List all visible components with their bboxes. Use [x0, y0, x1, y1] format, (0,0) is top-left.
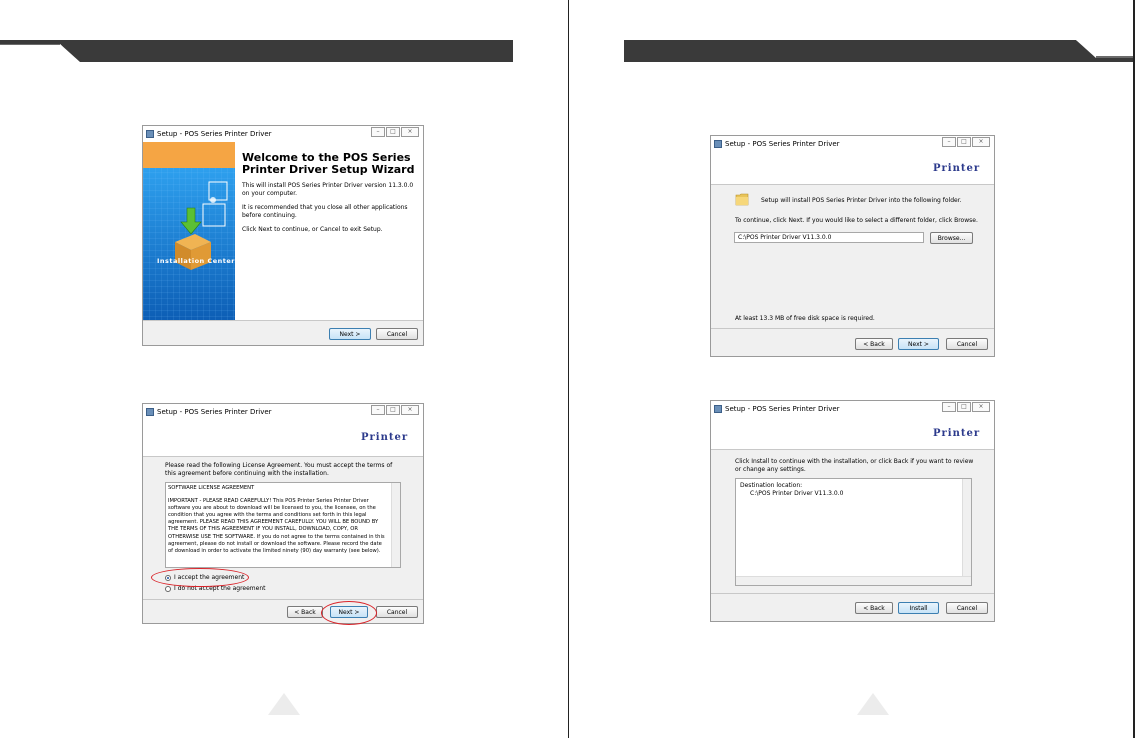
dest-label: Destination location:	[740, 482, 803, 489]
minimize-button[interactable]: –	[371, 405, 385, 415]
book-spine	[566, 0, 568, 738]
welcome-p1: This will install POS Series Printer Dri…	[242, 182, 414, 197]
install-path-input[interactable]: C:\POS Printer Driver V11.3.0.0	[734, 232, 924, 243]
license-header-divider	[143, 456, 423, 457]
radio-empty-icon	[165, 586, 171, 592]
ready-memo[interactable]: Destination location: C:\POS Printer Dri…	[735, 478, 972, 586]
close-button[interactable]: ×	[401, 127, 419, 137]
browse-button[interactable]: Browse...	[930, 232, 973, 244]
welcome-footer-divider	[143, 320, 423, 321]
setup-app-icon	[146, 408, 154, 416]
back-button[interactable]: < Back	[287, 606, 323, 618]
license-intro: Please read the following License Agreem…	[165, 462, 393, 477]
minimize-button[interactable]: –	[942, 137, 956, 147]
ready-footer-divider	[711, 593, 994, 594]
license-dialog: Setup - POS Series Printer Driver – □ × Pr…	[142, 403, 424, 625]
cancel-button[interactable]: Cancel	[946, 602, 988, 614]
right-page	[568, 0, 1135, 738]
license-heading: SOFTWARE LICENSE AGREEMENT	[168, 485, 255, 491]
close-button[interactable]: ×	[972, 402, 990, 412]
welcome-p3: Click Next to continue, or Cancel to exi…	[242, 226, 383, 233]
close-button[interactable]: ×	[972, 137, 990, 147]
page-turn-triangle-icon	[268, 693, 300, 715]
folder-info: Setup will install POS Series Printer Dr…	[761, 197, 962, 204]
folder-dialog: Setup - POS Series Printer Driver – □ × Pr…	[710, 135, 995, 357]
ready-info: Click Install to continue with the insta…	[735, 458, 974, 473]
install-button[interactable]: Install	[898, 602, 939, 614]
maximize-button[interactable]: □	[957, 137, 971, 147]
setup-app-icon	[146, 130, 154, 138]
minimize-button[interactable]: –	[942, 402, 956, 412]
folder-titlebar: Setup - POS Series Printer Driver – □ ×	[711, 136, 994, 152]
maximize-button[interactable]: □	[957, 402, 971, 412]
license-title: Setup - POS Series Printer Driver	[157, 408, 272, 416]
welcome-banner	[143, 142, 235, 320]
back-button[interactable]: < Back	[855, 602, 893, 614]
folder-title: Setup - POS Series Printer Driver	[725, 140, 840, 148]
ready-header-divider	[711, 449, 994, 450]
license-scrollbar[interactable]	[391, 483, 400, 567]
back-button[interactable]: < Back	[855, 338, 893, 350]
dest-path: C:\POS Printer Driver V11.3.0.0	[750, 490, 844, 497]
ready-title: Setup - POS Series Printer Driver	[725, 405, 840, 413]
cancel-button[interactable]: Cancel	[376, 606, 418, 618]
cancel-button[interactable]: Cancel	[946, 338, 988, 350]
ready-dialog: Setup - POS Series Printer Driver – □ × Pr…	[710, 400, 995, 622]
welcome-title: Setup - POS Series Printer Driver	[157, 130, 272, 138]
memo-scrollbar[interactable]	[962, 479, 971, 577]
cancel-button[interactable]: Cancel	[376, 328, 418, 340]
welcome-titlebar: Setup - POS Series Printer Driver – □ ×	[143, 126, 423, 142]
next-button[interactable]: Next >	[898, 338, 939, 350]
disk-space-note: At least 13.3 MB of free disk space is r…	[735, 315, 875, 322]
maximize-button[interactable]: □	[386, 127, 400, 137]
folder-footer-divider	[711, 328, 994, 329]
left-header-band	[0, 40, 513, 62]
banner-caption: Installation Center	[157, 257, 235, 265]
brand-logo: Printer	[361, 432, 409, 443]
welcome-heading: Welcome to the POS Series Printer Driver…	[242, 151, 415, 176]
page-turn-triangle-icon	[857, 693, 889, 715]
license-footer-divider	[143, 599, 423, 600]
ready-titlebar: Setup - POS Series Printer Driver – □ ×	[711, 401, 994, 417]
folder-instruction: To continue, click Next. If you would li…	[735, 217, 978, 224]
setup-app-icon	[714, 405, 722, 413]
welcome-dialog: Setup - POS Series Printer Driver – □ × In…	[142, 125, 424, 346]
left-page	[0, 0, 567, 738]
maximize-button[interactable]: □	[386, 405, 400, 415]
license-titlebar: Setup - POS Series Printer Driver – □ ×	[143, 404, 423, 420]
brand-logo: Printer	[933, 163, 981, 174]
license-body: IMPORTANT - PLEASE READ CAREFULLY! This …	[168, 498, 385, 554]
folder-icon	[735, 193, 749, 206]
next-button[interactable]: Next >	[329, 328, 371, 340]
memo-hscrollbar[interactable]	[736, 576, 971, 585]
folder-header-divider	[711, 184, 994, 185]
right-header-band	[624, 40, 1134, 62]
welcome-p2: It is recommended that you close all oth…	[242, 204, 408, 219]
setup-app-icon	[714, 140, 722, 148]
license-textbox[interactable]: SOFTWARE LICENSE AGREEMENT IMPORTANT - P…	[165, 482, 401, 568]
minimize-button[interactable]: –	[371, 127, 385, 137]
next-highlight-oval	[321, 601, 377, 625]
accept-highlight-oval	[151, 568, 249, 587]
close-button[interactable]: ×	[401, 405, 419, 415]
brand-logo: Printer	[933, 428, 981, 439]
